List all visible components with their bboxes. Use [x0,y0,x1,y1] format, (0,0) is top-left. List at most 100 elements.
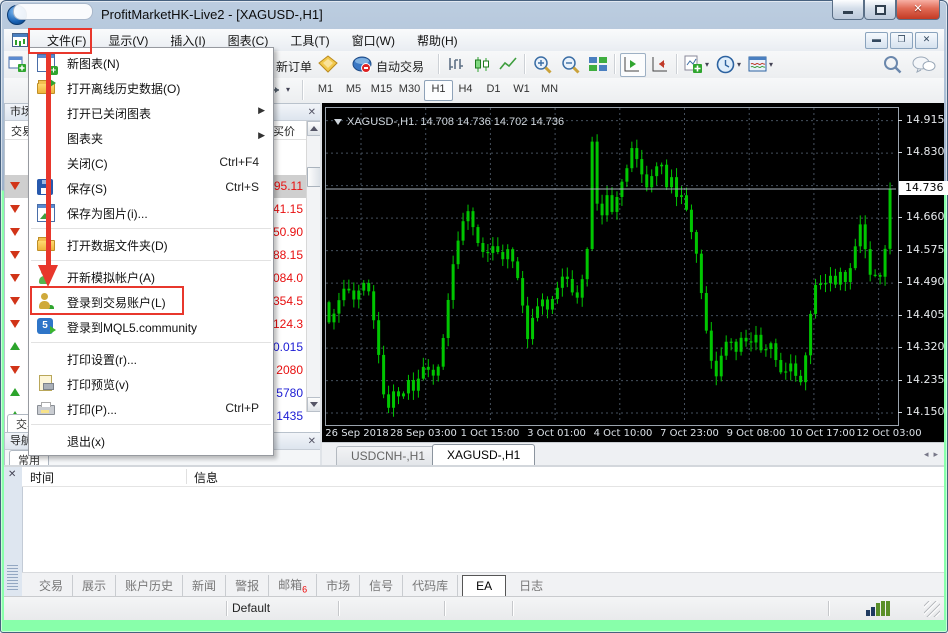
market-watch-close-icon[interactable]: ✕ [308,105,316,121]
mql5-icon [37,318,53,334]
terminal-tab-展示[interactable]: 展示 [73,575,116,596]
scroll-down-button[interactable] [307,397,321,412]
window-title: ProfitMarketHK-Live2 - [XAGUSD-,H1] [101,7,323,22]
mail-badge: 6 [302,585,307,595]
title-bar[interactable]: ProfitMarketHK-Live2 - [XAGUSD-,H1] ✕ [0,0,948,29]
chat-icon[interactable] [912,55,936,74]
search-icon[interactable] [882,54,903,75]
indicators-icon[interactable] [684,55,703,74]
menu-item-3[interactable]: 打开已关闭图表▶ [29,100,273,125]
zoom-in-icon[interactable] [532,54,554,75]
mdi-restore-button[interactable]: ❐ [890,32,913,49]
menu-item-13[interactable]: 登录到MQL5.community [29,314,273,339]
mdi-minimize-button[interactable]: ▬ [865,32,888,49]
templates-dropdown-caret[interactable]: ▾ [769,60,773,69]
history-center-icon[interactable] [318,55,338,74]
chart-plot-area[interactable]: XAGUSD-,H1. 14.708 14.736 14.702 14.736 [325,107,899,426]
menu-item-16[interactable]: 打印预览(v) [29,371,273,396]
chart-shift-icon[interactable] [650,56,670,74]
chart-window-icon [12,33,28,47]
navigator-close-icon[interactable]: ✕ [308,434,316,450]
menu-item-17[interactable]: 打印(P)...Ctrl+P [29,396,273,421]
price-scale[interactable]: 14.91514.83014.66014.57514.49014.40514.3… [898,107,944,424]
minimize-icon [843,11,853,14]
price-tick [898,315,902,316]
cursor-dropdown-caret[interactable]: ▾ [286,85,290,94]
terminal-tab-交易[interactable]: 交易 [30,575,73,596]
submenu-arrow-icon: ▶ [258,130,265,141]
timeframe-button-m15[interactable]: M15 [368,80,395,99]
timeframe-button-h4[interactable]: H4 [452,80,479,99]
restore-button[interactable] [864,0,896,20]
terminal-tab-账户历史[interactable]: 账户历史 [116,575,183,596]
scroll-thumb[interactable] [307,167,321,187]
timeframe-button-m30[interactable]: M30 [396,80,423,99]
menu-item-19[interactable]: 退出(x) [29,428,273,453]
menu-separator [31,424,271,425]
new-order-button[interactable]: 新订单 [276,58,312,75]
time-column-header[interactable]: 时间 [30,469,54,486]
bar-chart-mode-icon[interactable] [446,55,466,74]
periods-dropdown-caret[interactable]: ▾ [737,60,741,69]
periods-icon[interactable] [716,55,735,74]
zoom-out-icon[interactable] [560,54,582,75]
terminal-tab-代码库[interactable]: 代码库 [403,575,458,596]
bid-column-header[interactable]: 买价 [273,123,295,139]
mdi-close-button[interactable]: ✕ [915,32,938,49]
tab-scroll-arrows[interactable]: ◂ ▸ [924,449,938,460]
terminal-tab-市场[interactable]: 市场 [317,575,360,596]
menu-item-label: 开新模拟帐户(A) [67,269,155,286]
terminal-grip-icon[interactable] [7,564,18,590]
minimize-button[interactable] [832,0,864,20]
terminal-tab-邮箱[interactable]: 邮箱6 [269,574,317,596]
menubar-item-5[interactable]: 工具(T) [279,29,340,52]
terminal-table-header: 时间 信息 [22,467,944,487]
autotrading-button[interactable]: 自动交易 [376,58,424,75]
market-watch-scrollbar[interactable] [306,121,320,412]
timeframe-button-w1[interactable]: W1 [508,80,535,99]
menu-item-7[interactable]: 保存为图片(i)... [29,200,273,225]
terminal-tab-ea[interactable]: EA [462,575,506,597]
menu-separator [31,260,271,261]
timeframe-button-d1[interactable]: D1 [480,80,507,99]
terminal-tab-信号[interactable]: 信号 [360,575,403,596]
templates-icon[interactable] [748,55,767,74]
menu-item-label: 退出(x) [67,433,105,450]
timeframe-button-m1[interactable]: M1 [312,80,339,99]
message-column-header[interactable]: 信息 [194,469,218,486]
chart-tab-2[interactable]: XAGUSD-,H1 [432,444,535,467]
menu-item-6[interactable]: 保存(S)Ctrl+S [29,175,273,200]
terminal-tab-新闻[interactable]: 新闻 [183,575,226,596]
menu-item-4[interactable]: 图表夹▶ [29,125,273,150]
close-button[interactable]: ✕ [896,0,940,20]
chart-quick-nav-icon[interactable] [334,119,342,125]
menubar-item-6[interactable]: 窗口(W) [341,29,406,52]
menu-item-15[interactable]: 打印设置(r)... [29,346,273,371]
menu-item-2[interactable]: 打开离线历史数据(O) [29,75,273,100]
file-menu-dropdown: 新图表(N)打开离线历史数据(O)打开已关闭图表▶图表夹▶关闭(C)Ctrl+F… [28,47,274,456]
annotation-arrow-line [46,52,51,266]
timeframe-button-m5[interactable]: M5 [340,80,367,99]
terminal-close-icon[interactable]: ✕ [8,469,16,480]
menubar-item-7[interactable]: 帮助(H) [406,29,469,52]
indicators-dropdown-caret[interactable]: ▾ [705,60,709,69]
tile-windows-icon[interactable] [588,55,608,74]
terminal-tab-日志[interactable]: 日志 [510,575,552,596]
timeframe-button-mn[interactable]: MN [536,80,563,99]
candlestick-mode-icon[interactable] [472,55,492,74]
new-chart-toolbar-icon[interactable] [8,55,26,73]
menu-item-shortcut: Ctrl+S [225,180,259,194]
time-axis[interactable]: 26 Sep 201828 Sep 03:001 Oct 15:003 Oct … [325,427,897,442]
menu-item-5[interactable]: 关闭(C)Ctrl+F4 [29,150,273,175]
resize-grip[interactable] [924,601,940,617]
current-price-tag: 14.736 [899,181,948,195]
restore-icon [875,5,886,15]
profile-indicator[interactable]: Default [232,601,270,615]
menu-item-9[interactable]: 打开数据文件夹(D) [29,232,273,257]
timeframe-button-h1[interactable]: H1 [424,80,453,101]
chart-tab-1[interactable]: USDCNH-,H1 [336,446,440,466]
scroll-up-button[interactable] [307,121,321,136]
terminal-tab-警报[interactable]: 警报 [226,575,269,596]
line-chart-mode-icon[interactable] [498,55,518,74]
down-arrow-icon [10,366,20,374]
